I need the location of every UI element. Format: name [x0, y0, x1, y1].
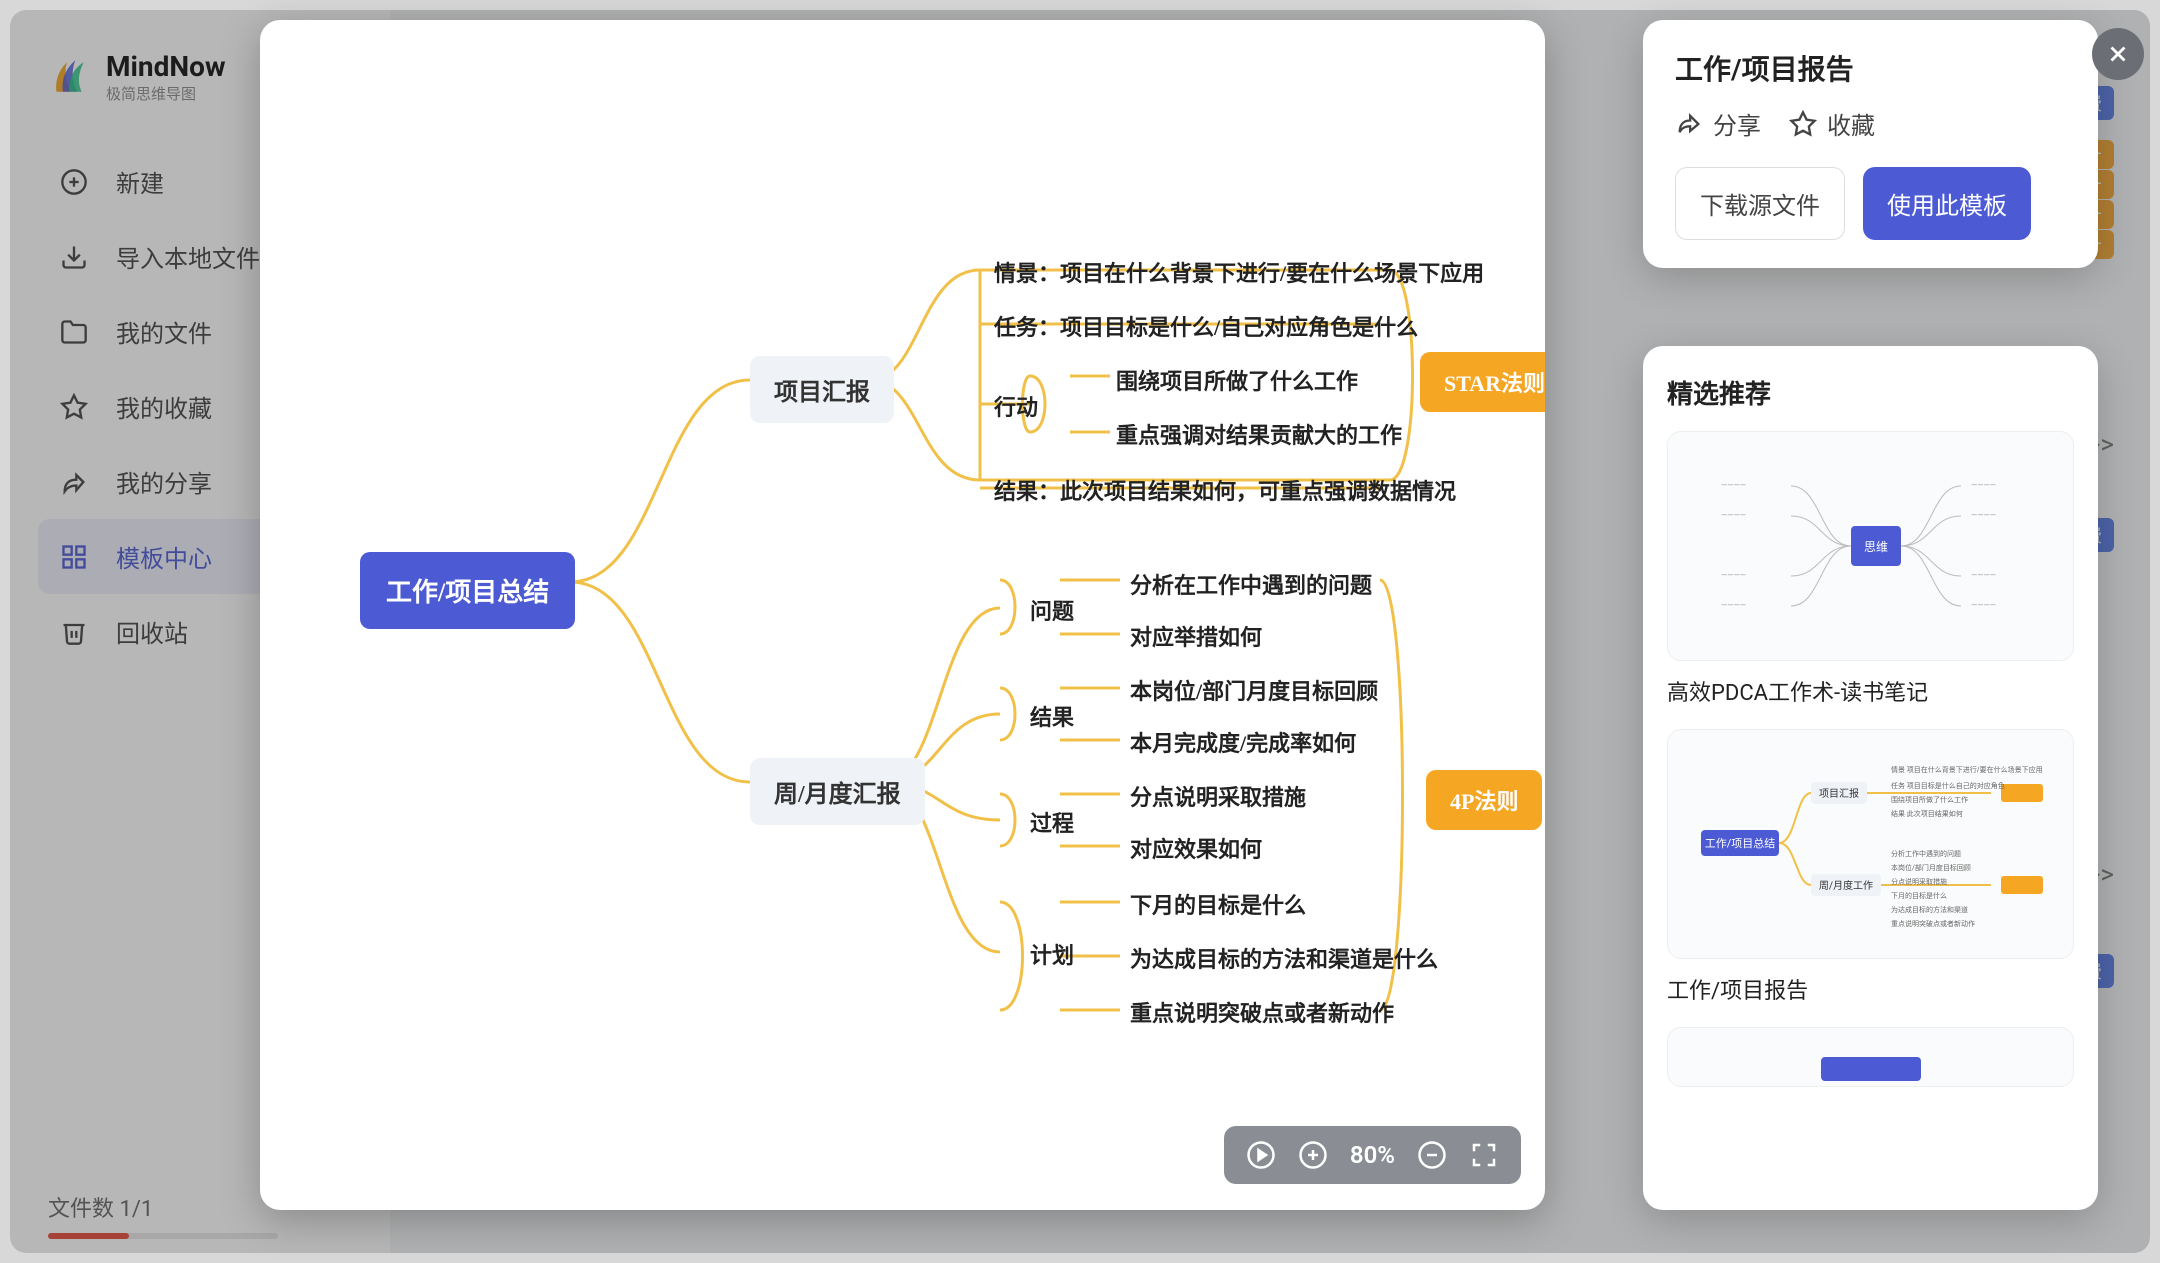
mindmap-node[interactable]: 本岗位/部门月度目标回顾 [1130, 674, 1378, 706]
mindmap-tag-star[interactable]: STAR法则 [1420, 352, 1545, 412]
mindmap-node[interactable]: 任务：项目目标是什么/自己对应角色是什么 [994, 310, 1418, 342]
mindmap-node[interactable]: 对应举措如何 [1130, 620, 1262, 652]
mindmap-node[interactable]: 重点说明突破点或者新动作 [1130, 996, 1394, 1028]
mindmap-node[interactable]: 结果：此次项目结果如何，可重点强调数据情况 [994, 474, 1456, 506]
svg-text:工作/项目总结: 工作/项目总结 [1704, 836, 1775, 850]
use-template-button[interactable]: 使用此模板 [1863, 167, 2031, 240]
download-source-button[interactable]: 下载源文件 [1675, 167, 1845, 240]
template-info-panel: 工作/项目报告 分享 收藏 下载源文件 使用此模板 [1643, 20, 2098, 268]
template-title: 工作/项目报告 [1675, 48, 2066, 88]
favorite-label: 收藏 [1827, 106, 1875, 141]
recommend-card[interactable]: 工作/项目总结 项目汇报 周/月度工作 情景 项目在什么背景下进行/要在什么场景… [1667, 729, 2074, 959]
zoom-in-button[interactable] [1298, 1140, 1328, 1170]
svg-text:————: ———— [1971, 571, 1996, 580]
share-action[interactable]: 分享 [1675, 106, 1761, 141]
svg-text:任务 项目目标是什么自己的对应角色: 任务 项目目标是什么自己的对应角色 [1891, 781, 2005, 790]
mindmap-node[interactable]: 对应效果如何 [1130, 832, 1262, 864]
mindmap-root[interactable]: 工作/项目总结 [360, 552, 575, 629]
mindmap-branch-1[interactable]: 项目汇报 [750, 356, 894, 423]
mindmap-node[interactable]: 下月的目标是什么 [1130, 888, 1306, 920]
play-button[interactable] [1246, 1140, 1276, 1170]
svg-text:围绕项目所做了什么工作: 围绕项目所做了什么工作 [1891, 795, 1968, 804]
close-icon [2105, 41, 2131, 67]
svg-text:————: ———— [1971, 601, 1996, 610]
svg-text:分点说明采取措施: 分点说明采取措施 [1891, 877, 1947, 886]
zoom-value: 80% [1350, 1141, 1395, 1169]
recommend-card[interactable]: 思维 ———— ———— ———— ———— ———— ———— ———— ———— [1667, 431, 2074, 661]
recommend-thumb: 思维 ———— ———— ———— ———— ———— ———— ———— ———— [1681, 446, 2061, 646]
star-icon [1789, 110, 1817, 138]
svg-text:思维: 思维 [1863, 540, 1887, 554]
zoom-toolbar: 80% [1224, 1126, 1521, 1184]
mindmap-tag-4p[interactable]: 4P法则 [1426, 770, 1542, 830]
recommend-thumb: 工作/项目总结 项目汇报 周/月度工作 情景 项目在什么背景下进行/要在什么场景… [1681, 744, 2061, 944]
mindmap-node[interactable]: 行动 [994, 390, 1038, 422]
fullscreen-button[interactable] [1469, 1140, 1499, 1170]
svg-text:为达成目标的方法和渠道: 为达成目标的方法和渠道 [1891, 905, 1968, 914]
svg-text:下月的目标是什么: 下月的目标是什么 [1891, 891, 1947, 900]
mindmap-node[interactable]: 重点强调对结果贡献大的工作 [1116, 418, 1402, 450]
recommend-title: 精选推荐 [1667, 374, 2074, 411]
svg-text:————: ———— [1721, 511, 1746, 520]
svg-text:————: ———— [1721, 481, 1746, 490]
mindmap-node[interactable]: 分析在工作中遇到的问题 [1130, 568, 1372, 600]
mindmap-branch-2[interactable]: 周/月度汇报 [750, 758, 925, 825]
mindmap-node[interactable]: 本月完成度/完成率如何 [1130, 726, 1356, 758]
svg-text:情景 项目在什么背景下进行/要在什么场景下应用: 情景 项目在什么背景下进行/要在什么场景下应用 [1891, 765, 2043, 774]
mindmap-canvas[interactable]: 工作/项目总结 项目汇报 周/月度汇报 STAR法则 4P法则 情景：项目在什么… [260, 20, 1545, 1210]
svg-text:项目汇报: 项目汇报 [1819, 787, 1859, 800]
mindmap-node[interactable]: 围绕项目所做了什么工作 [1116, 364, 1358, 396]
mindmap-node[interactable]: 过程 [1030, 806, 1074, 838]
recommend-panel: 精选推荐 思维 ———— ———— ———— ———— ———— ———— ———— —… [1643, 346, 2098, 1210]
svg-text:周/月度工作: 周/月度工作 [1818, 879, 1872, 892]
mindmap-node[interactable]: 计划 [1030, 938, 1074, 970]
svg-text:————: ———— [1971, 511, 1996, 520]
mindmap-node[interactable]: 问题 [1030, 594, 1074, 626]
recommend-card[interactable] [1667, 1027, 2074, 1087]
svg-text:重点说明突破点或者新动作: 重点说明突破点或者新动作 [1891, 919, 1975, 928]
recommend-label: 工作/项目报告 [1667, 973, 2074, 1005]
svg-text:本岗位/部门月度目标回顾: 本岗位/部门月度目标回顾 [1891, 863, 1971, 872]
mindmap-node[interactable]: 情景：项目在什么背景下进行/要在什么场景下应用 [994, 256, 1484, 288]
svg-text:————: ———— [1971, 481, 1996, 490]
mindmap-node[interactable]: 分点说明采取措施 [1130, 780, 1306, 812]
share-icon [1675, 110, 1703, 138]
svg-text:————: ———— [1721, 571, 1746, 580]
svg-text:————: ———— [1721, 601, 1746, 610]
svg-text:分析工作中遇到的问题: 分析工作中遇到的问题 [1891, 849, 1961, 858]
template-preview-modal: 工作/项目总结 项目汇报 周/月度汇报 STAR法则 4P法则 情景：项目在什么… [260, 20, 1545, 1210]
zoom-out-button[interactable] [1417, 1140, 1447, 1170]
share-label: 分享 [1713, 106, 1761, 141]
svg-text:结果 此次项目结果如何: 结果 此次项目结果如何 [1891, 809, 1963, 818]
favorite-action[interactable]: 收藏 [1789, 106, 1875, 141]
recommend-label: 高效PDCA工作术-读书笔记 [1667, 675, 2074, 707]
close-button[interactable] [2092, 28, 2144, 80]
mindmap-node[interactable]: 结果 [1030, 700, 1074, 732]
recommend-thumb [1681, 1027, 2061, 1087]
mindmap-node[interactable]: 为达成目标的方法和渠道是什么 [1130, 942, 1438, 974]
